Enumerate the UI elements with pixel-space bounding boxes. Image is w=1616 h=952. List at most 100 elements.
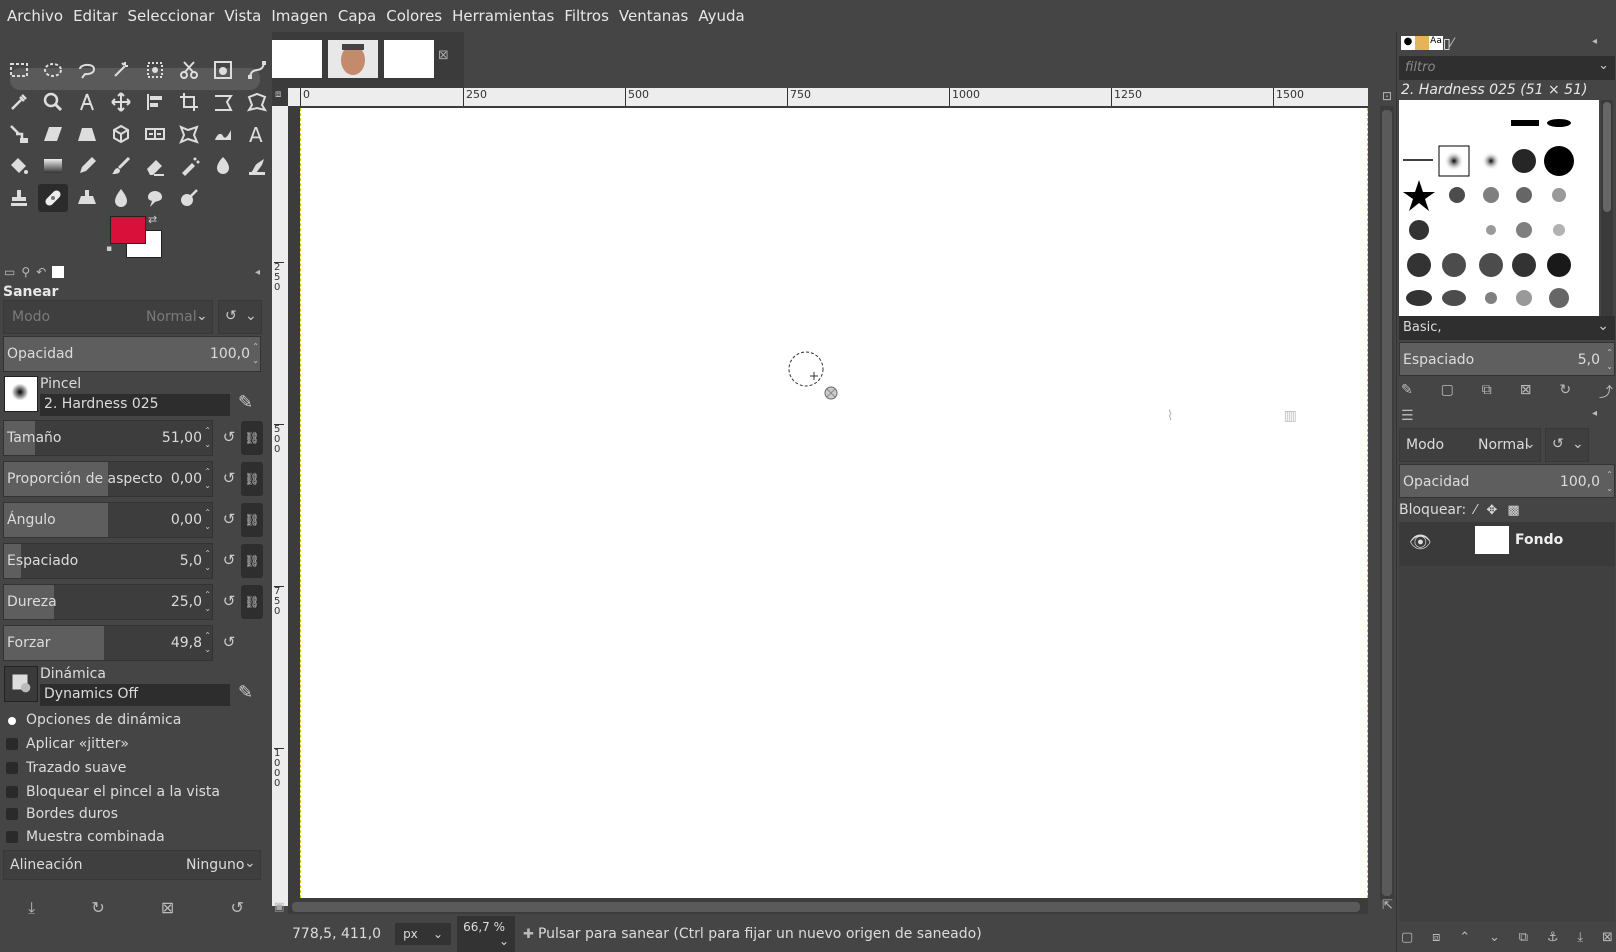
blur-sharpen-tool[interactable] [106,184,136,212]
checkbox[interactable] [6,738,18,750]
warp-tool[interactable] [208,120,238,148]
mode-dropdown[interactable]: Modo Normal ⌄ [3,300,213,334]
edit-dynamics-icon[interactable]: ✎ [238,682,253,703]
brush-grid-scroll-thumb[interactable] [1603,102,1611,212]
brush-filter-input[interactable]: filtro ⌄ [1399,56,1615,80]
move-tool[interactable] [106,88,136,116]
slider-0[interactable]: Tamaño 51,00 ⌃ ⌄ [3,420,213,456]
patterns-tab-icon[interactable] [1415,36,1429,50]
free-select-tool[interactable] [72,56,102,84]
mypaint-brush-tool[interactable] [242,152,272,180]
tool-options-tab-icon[interactable]: ▭ [4,265,15,279]
spin-arrows-icon[interactable]: ⌃ ⌄ [204,465,211,493]
swap-colors-icon[interactable]: ⇄ [148,213,157,226]
checkbox[interactable] [6,808,18,820]
menu-capa[interactable]: Capa [333,7,381,25]
zoom-fit-icon[interactable]: ⊡ [1382,89,1392,103]
dodge-burn-tool[interactable] [174,184,204,212]
spin-arrows-icon[interactable]: ⌃ ⌄ [1606,468,1613,496]
anchor-layer-icon[interactable]: ⚓ [1547,930,1559,945]
new-layer-icon[interactable]: ▢ [1401,930,1413,945]
spin-arrows-icon[interactable]: ⌃ ⌄ [204,588,211,616]
eraser-tool[interactable] [140,152,170,180]
zoom-tool[interactable] [38,88,68,116]
slider-4[interactable]: Dureza 25,0 ⌃ ⌄ [3,584,213,620]
default-colors-icon[interactable]: ▪ [106,244,112,254]
checkbox-row[interactable]: Opciones de dinámica [6,712,181,728]
zoom-dropdown[interactable]: 66,7 % ⌄ [457,916,516,952]
fuzzy-select-tool[interactable] [106,56,136,84]
horizontal-scrollbar[interactable] [288,900,1368,914]
brush-grid-scrollbar[interactable] [1601,100,1613,322]
menu-archivo[interactable]: Archivo [0,7,68,25]
lower-layer-icon[interactable]: ⌄ [1489,930,1500,945]
flip-tool[interactable] [140,120,170,148]
reset-slider-icon[interactable]: ↺ [220,469,238,487]
measure-tool[interactable] [72,88,102,116]
dynamics-name-field[interactable]: Dynamics Off [40,684,230,706]
opacity-slider[interactable]: Opacidad 100,0 ⌃ ⌄ [3,336,261,372]
paths-tab-icon[interactable]: ⌇ [1167,408,1174,424]
brush-name-field[interactable]: 2. Hardness 025 [40,394,230,416]
checkbox-row[interactable]: Muestra combinada [6,829,165,845]
slider-1[interactable]: Proporción de aspecto 0,00 ⌃ ⌄ [3,461,213,497]
merge-layer-icon[interactable]: ⤓ [1577,930,1583,945]
warp-transform-tool[interactable] [242,88,272,116]
menu-vista[interactable]: Vista [219,7,266,25]
checkbox[interactable] [6,786,18,798]
unified-transform-tool[interactable] [208,88,238,116]
layer-row[interactable]: 👁 Fondo [1399,522,1615,566]
device-status-tab-icon[interactable]: ⚲ [21,265,30,279]
scissors-tool[interactable] [174,56,204,84]
perspective-clone-tool[interactable] [72,184,102,212]
slider-3[interactable]: Espaciado 5,0 ⌃ ⌄ [3,543,213,579]
menu-ayuda[interactable]: Ayuda [693,7,749,25]
alignment-dropdown[interactable]: Alineación Ninguno ⌄ [3,850,261,880]
raise-layer-icon[interactable]: ⌃ [1459,930,1470,945]
text-tool[interactable]: A [242,120,272,148]
layer-opacity-slider[interactable]: Opacidad 100,0 ⌃ ⌄ [1399,464,1615,498]
lock-position-icon[interactable]: ✥ [1486,503,1497,518]
crop-tool[interactable] [174,88,204,116]
reset-slider-icon[interactable]: ↺ [220,428,238,446]
align-tool[interactable] [140,88,170,116]
handle-transform-tool[interactable] [4,120,34,148]
ruler-corner[interactable]: ⧈ [272,88,288,106]
navigate-icon[interactable]: ▣ [274,900,284,913]
images-tab-icon[interactable] [52,266,65,278]
link-slider-icon[interactable]: ⛓ [241,462,263,496]
brush-grid[interactable] [1399,100,1599,322]
cage-transform-tool[interactable] [174,120,204,148]
reset-slider-icon[interactable]: ↺ [220,592,238,610]
reset-slider-icon[interactable]: ↺ [220,510,238,528]
brushes-tab-icon[interactable]: ● [1401,36,1415,50]
menu-ventanas[interactable]: Ventanas [614,7,693,25]
dock-menu-icon[interactable]: ◂ [1592,408,1597,424]
spin-arrows-icon[interactable]: ⌃ ⌄ [252,340,259,368]
clone-tool[interactable] [4,184,34,212]
link-slider-icon[interactable]: ⛓ [241,544,263,578]
duplicate-brush-icon[interactable]: ⧉ [1482,382,1492,402]
menu-seleccionar[interactable]: Seleccionar [123,7,220,25]
delete-layer-icon[interactable]: ⊠ [1602,930,1613,945]
vertical-scrollbar[interactable] [1380,106,1394,900]
duplicate-layer-icon[interactable]: ⧉ [1519,930,1528,945]
brush-preview-button[interactable] [4,376,38,412]
ellipse-select-tool[interactable] [38,56,68,84]
shear-tool[interactable] [38,120,68,148]
edit-brush-icon[interactable]: ✎ [238,392,253,413]
checkbox-row[interactable]: Bloquear el pincel a la vista [6,784,220,800]
checkbox-row[interactable]: Trazado suave [6,760,126,776]
link-slider-icon[interactable]: ⛓ [241,421,263,455]
gradient-tool[interactable] [38,152,68,180]
reset-slider-icon[interactable]: ↺ [220,551,238,569]
spin-arrows-icon[interactable]: ⌃ ⌄ [1606,346,1613,374]
airbrush-tool[interactable] [174,152,204,180]
edit-brush-icon[interactable]: ✎ [1401,382,1413,402]
lock-alpha-icon[interactable]: ▩ [1507,503,1519,518]
image-tab-portrait[interactable] [328,40,378,78]
foreground-color-swatch[interactable] [110,216,146,244]
pencil-tool[interactable] [72,152,102,180]
checkbox[interactable] [6,762,18,774]
menu-filtros[interactable]: Filtros [559,7,614,25]
